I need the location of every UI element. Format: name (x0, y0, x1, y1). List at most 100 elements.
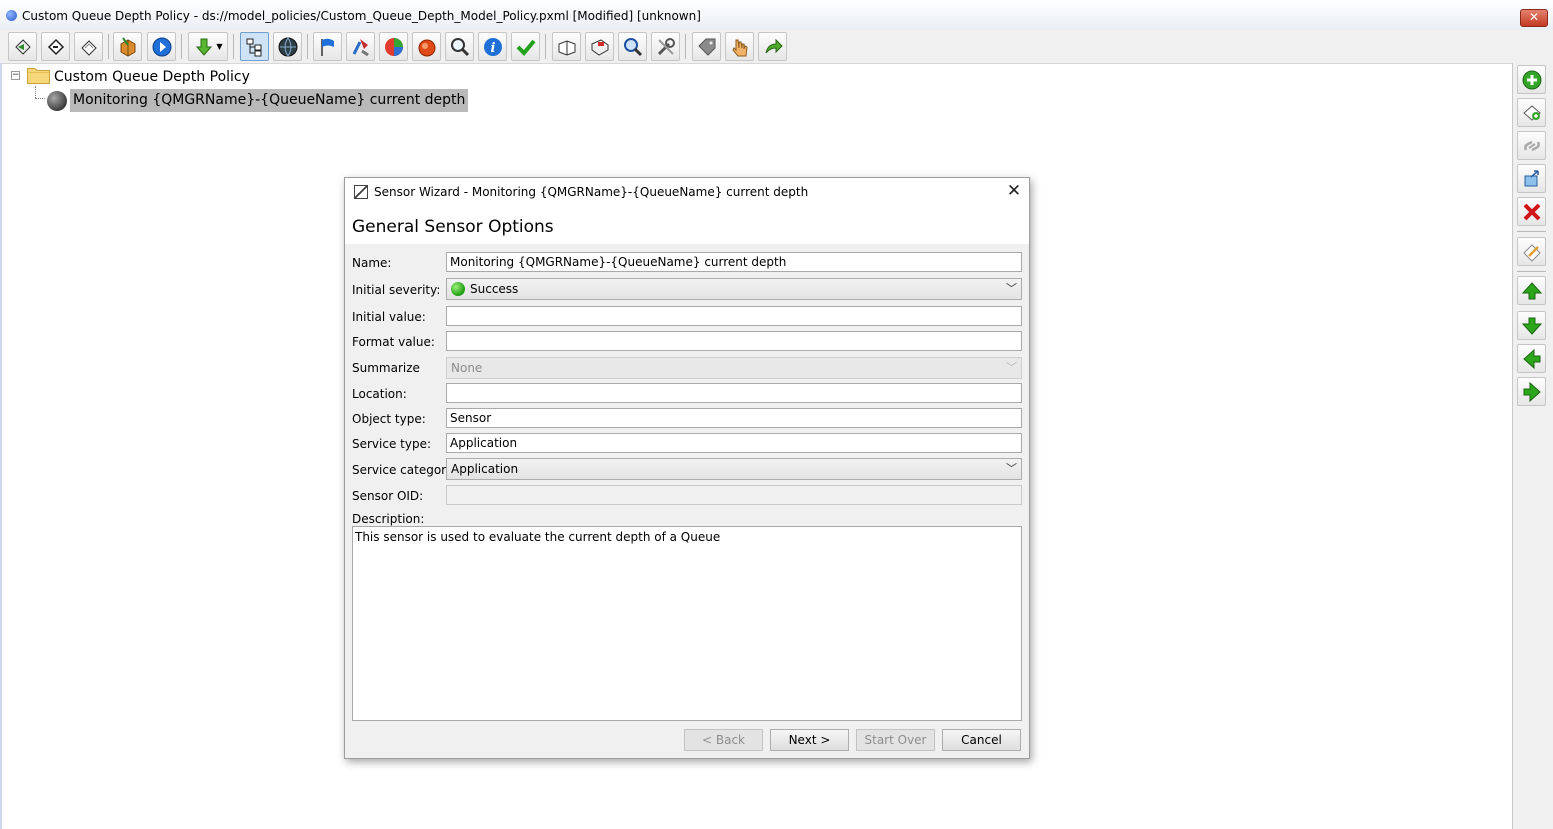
sensor-wizard-dialog: Sensor Wizard - Monitoring {QMGRName}-{Q… (344, 177, 1030, 759)
copy-icon (1524, 169, 1539, 186)
tree-connector (35, 98, 45, 99)
sensor-oid-field (446, 485, 1022, 505)
move-up-button[interactable] (1517, 276, 1546, 305)
move-right-button[interactable] (1517, 377, 1546, 406)
globe-button[interactable] (273, 32, 302, 61)
check-button[interactable] (511, 32, 540, 61)
start-over-button[interactable]: Start Over (856, 729, 935, 751)
zoom-icon (623, 37, 642, 56)
play-icon (152, 37, 171, 56)
link-icon (1523, 140, 1540, 151)
format-value-label: Format value: (352, 335, 435, 349)
add-item-icon (1522, 104, 1541, 121)
move-up-icon (1521, 281, 1542, 299)
chevron-down-icon: ▼ (216, 42, 223, 51)
edit-button[interactable] (1517, 237, 1546, 266)
wrench-button[interactable] (651, 32, 680, 61)
move-left-icon (1522, 348, 1540, 369)
right-toolbar (1512, 63, 1553, 829)
zoom-button[interactable] (618, 32, 647, 61)
tool-button[interactable] (346, 32, 375, 61)
tree-collapse-toggle[interactable]: − (11, 71, 20, 80)
tree-view-icon (246, 38, 261, 56)
download-dropdown-button[interactable]: ▼ (188, 32, 228, 61)
summarize-select: None ﹀ (446, 357, 1022, 379)
chevron-down-icon: ﹀ (1006, 462, 1017, 475)
service-category-label: Service category: (352, 463, 457, 477)
initial-value-field[interactable] (446, 306, 1022, 326)
delete-button[interactable] (1517, 197, 1546, 226)
wizard-icon (354, 185, 368, 199)
dialog-close-button[interactable]: ✕ (1005, 181, 1023, 201)
description-textarea[interactable]: This sensor is used to evaluate the curr… (352, 526, 1022, 721)
location-label: Location: (352, 387, 407, 401)
sensor-oid-label: Sensor OID: (352, 489, 424, 503)
location-field[interactable] (446, 383, 1022, 403)
search-button[interactable] (445, 32, 474, 61)
pie-chart-icon (384, 37, 403, 56)
eraser-icon (80, 39, 97, 56)
chevron-down-icon: ﹀ (1006, 361, 1017, 374)
package-button[interactable] (113, 32, 142, 61)
dialog-header: Sensor Wizard - Monitoring {QMGRName}-{Q… (345, 178, 1029, 244)
tool-icon (352, 38, 369, 56)
move-down-icon (1521, 317, 1542, 335)
play-button[interactable] (147, 32, 176, 61)
service-type-label: Service type: (352, 437, 432, 451)
tree-item-sensor[interactable]: Monitoring {QMGRName}-{QueueName} curren… (70, 89, 469, 112)
back-icon (14, 38, 31, 55)
hand-button[interactable] (725, 32, 754, 61)
add-item-button[interactable] (1517, 98, 1546, 127)
initial-severity-select[interactable]: Success ﹀ (446, 278, 1022, 300)
pie-chart-button[interactable] (379, 32, 408, 61)
tree-view-button[interactable] (240, 32, 269, 61)
service-category-select[interactable]: Application ﹀ (446, 458, 1022, 480)
forward-button[interactable] (41, 32, 70, 61)
book-button[interactable] (552, 32, 581, 61)
sensor-icon (47, 91, 67, 111)
dialog-title: Sensor Wizard - Monitoring {QMGRName}-{Q… (374, 185, 809, 199)
service-category-value: Application (451, 462, 519, 476)
name-field[interactable]: Monitoring {QMGRName}-{QueueName} curren… (446, 252, 1022, 272)
window-close-button[interactable]: ✕ (1520, 9, 1548, 27)
initial-severity-value: Success (470, 282, 519, 296)
calendar-button[interactable] (585, 32, 614, 61)
hand-icon (731, 39, 748, 56)
link-button[interactable] (1517, 131, 1546, 160)
window-title-bar: Custom Queue Depth Policy - ds://model_p… (0, 0, 1553, 33)
book-icon (558, 39, 575, 56)
add-button[interactable] (1517, 65, 1546, 94)
tag-button[interactable] (692, 32, 721, 61)
cancel-button[interactable]: Cancel (942, 729, 1021, 751)
wrench-icon (657, 37, 675, 55)
move-left-button[interactable] (1517, 344, 1546, 373)
eraser-button[interactable] (74, 32, 103, 61)
copy-button[interactable] (1517, 164, 1546, 193)
tag-icon (697, 38, 715, 56)
object-type-label: Object type: (352, 412, 426, 426)
chevron-down-icon: ﹀ (1006, 282, 1017, 295)
format-value-field[interactable] (446, 331, 1022, 351)
flag-icon (320, 38, 334, 56)
object-type-field[interactable]: Sensor (446, 408, 1022, 428)
app-icon (6, 10, 17, 21)
info-button[interactable]: i (478, 32, 507, 61)
check-icon (516, 39, 536, 56)
flag-button[interactable] (313, 32, 342, 61)
back-wizard-button[interactable]: < Back (684, 729, 763, 751)
tree-root-label[interactable]: Custom Queue Depth Policy (54, 69, 250, 85)
calendar-icon (590, 38, 609, 56)
window-title: Custom Queue Depth Policy - ds://model_p… (22, 9, 701, 23)
undo-button[interactable] (758, 32, 787, 61)
back-button[interactable] (8, 32, 37, 61)
forward-icon (47, 38, 64, 55)
next-button[interactable]: Next > (770, 729, 849, 751)
alarm-button[interactable] (412, 32, 441, 61)
package-icon (120, 36, 135, 57)
move-down-button[interactable] (1517, 311, 1546, 340)
service-type-field[interactable]: Application (446, 433, 1022, 453)
delete-icon (1523, 203, 1540, 220)
tree-connector (35, 86, 36, 98)
move-right-icon (1523, 381, 1541, 402)
initial-value-label: Initial value: (352, 310, 426, 324)
